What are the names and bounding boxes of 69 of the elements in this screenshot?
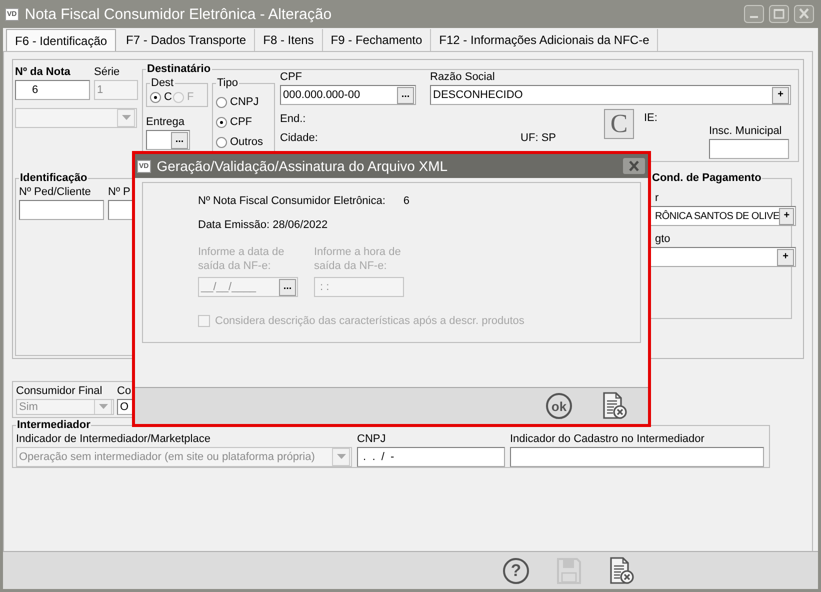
radio-label: C [164, 90, 172, 105]
radio-label: Outros [230, 135, 264, 150]
field-label: Co [117, 384, 132, 399]
field-label: Nº Ped/Cliente [19, 185, 92, 200]
field-label: Série [94, 65, 121, 80]
input-field[interactable]: . . / - [357, 447, 505, 467]
radio-label: F [186, 90, 194, 105]
ie-label: IE: [644, 112, 658, 126]
input-field[interactable]: DESCONHECIDO + [430, 85, 791, 105]
tab[interactable]: F8 - Itens [255, 29, 323, 51]
group-title: Identificação [19, 171, 88, 185]
nota-label: Nº Nota Fiscal Consumidor Eletrônica: [198, 195, 386, 207]
cancel-document-icon[interactable] [602, 392, 628, 420]
cancel-document-icon[interactable] [609, 556, 635, 584]
input-field[interactable] [19, 200, 104, 220]
group-title: Intermediador [16, 418, 92, 432]
radio-button[interactable] [150, 92, 161, 103]
state-label: UF: SP [520, 131, 556, 146]
issue-date: Data Emissão: 28/06/2022 [198, 219, 329, 231]
input-field[interactable]: 6 [15, 80, 90, 100]
maximize-icon[interactable] [769, 5, 789, 23]
field-label: Indicador do Cadastro no Intermediador [510, 432, 706, 447]
help-button[interactable]: ? [503, 558, 529, 584]
c-button[interactable]: C [604, 109, 634, 139]
group-title: Cond. de Pagamento [651, 171, 762, 185]
field-label: Razão Social [430, 70, 496, 85]
field-label: Nº P [108, 185, 132, 200]
radio-label: CPF [230, 115, 252, 130]
field-label: CNPJ [357, 432, 387, 447]
radio-button[interactable] [216, 97, 227, 108]
add-button[interactable]: + [772, 86, 789, 104]
input-field[interactable]: 000.000.000-00 ... [280, 85, 416, 105]
browse-button[interactable]: ... [397, 86, 414, 104]
input-field[interactable] [510, 447, 764, 467]
field-label: Informe a hora de saída da NF-e: [314, 245, 402, 273]
group-title: Dest [150, 76, 175, 90]
close-icon[interactable] [623, 158, 645, 174]
field-label: CPF [280, 70, 303, 85]
field-label: Indicador de Intermediador/Marketplace [16, 432, 212, 447]
dialog-title: Geração/Validação/Assinatura do Arquivo XML [156, 158, 448, 174]
tab[interactable]: F12 - Informações Adicionais da NFC-e [431, 29, 658, 51]
radio-button[interactable] [216, 137, 227, 148]
field-label: Consumidor Final [16, 384, 104, 399]
field-label: Nº da Nota [15, 65, 72, 80]
window-title: Nota Fiscal Consumidor Eletrônica - Alteração [24, 6, 332, 22]
city-label: Cidade: [280, 131, 318, 146]
radio-button[interactable] [216, 117, 227, 128]
input-field[interactable] [709, 139, 789, 159]
minimize-icon[interactable] [744, 5, 764, 23]
add-button[interactable]: + [779, 208, 794, 224]
field-label: Insc. Municipal [709, 124, 783, 139]
group-title: Tipo [216, 76, 239, 90]
tab[interactable]: F7 - Dados Transporte [118, 29, 256, 51]
field-label: Entrega [146, 115, 186, 130]
input-field[interactable]: ... [146, 130, 190, 150]
add-button[interactable]: + [777, 248, 794, 266]
ok-button[interactable]: ok [546, 393, 572, 419]
tab[interactable]: F9 - Fechamento [322, 29, 432, 51]
close-icon[interactable] [794, 5, 814, 23]
field-label: r [654, 191, 660, 206]
radio-label: CNPJ [230, 95, 259, 110]
nota-value: 6 [403, 195, 410, 207]
address-label: End.: [280, 112, 307, 127]
group-title: Destinatário [146, 62, 212, 76]
tab[interactable]: F6 - Identificação [6, 29, 116, 51]
field-label: gto [654, 232, 672, 247]
browse-button[interactable]: ... [171, 132, 188, 148]
checkbox-label: Considera descrição das características após a descr. produtos [215, 315, 524, 327]
field-label: Informe a data de saída da NF-e: [198, 245, 286, 273]
